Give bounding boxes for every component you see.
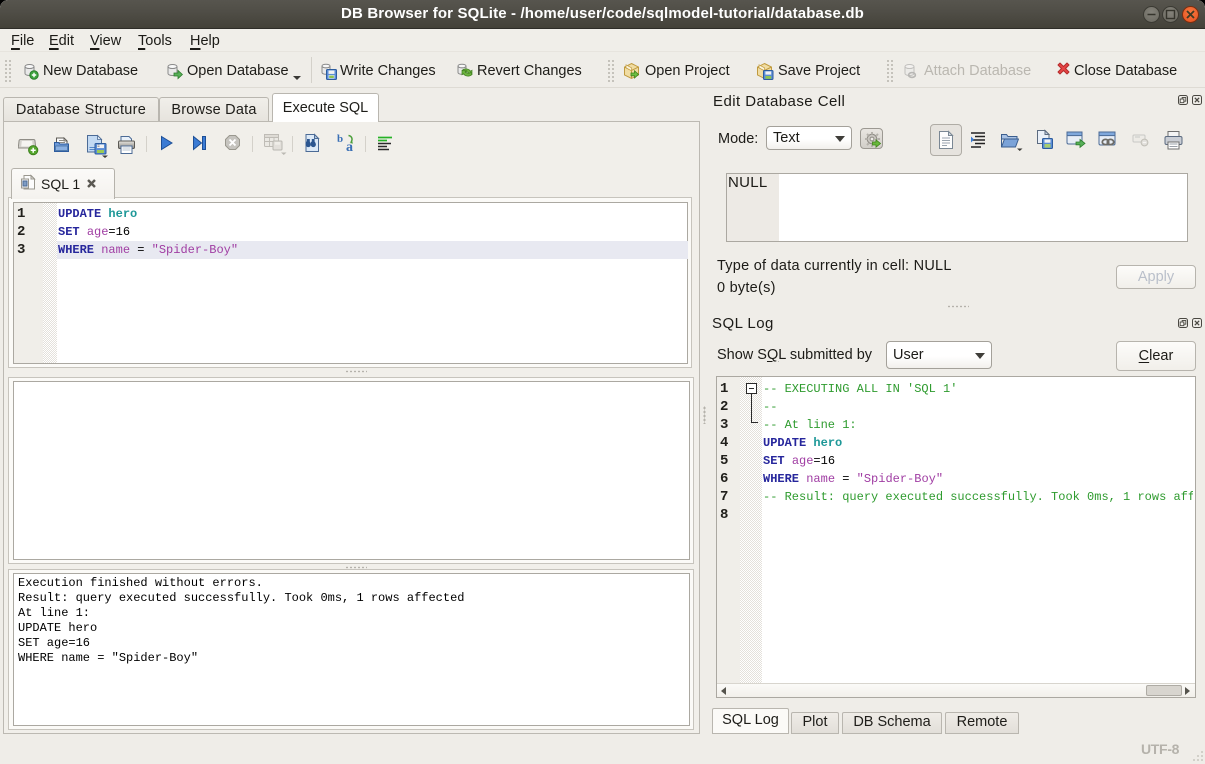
svg-text:b: b [337,133,343,145]
